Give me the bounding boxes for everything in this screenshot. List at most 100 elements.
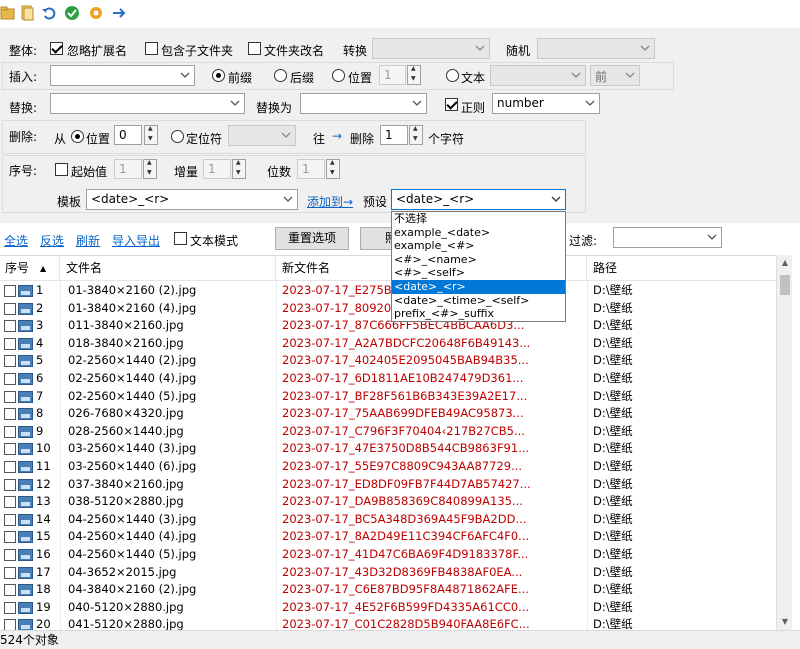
delete-count-input[interactable]: 1 [380,125,408,145]
table-row[interactable]: 8026-7680×4320.jpg2023-07-17_75AAB699DFE… [0,405,776,423]
preset-option[interactable]: example_<#> [392,239,565,253]
template-input[interactable]: <date>_<r> [86,189,298,210]
insert-position-stepper[interactable] [407,65,421,85]
replace-with-input[interactable] [300,93,427,114]
table-row[interactable]: 602-2560×1440 (4).jpg2023-07-17_6D1811AE… [0,370,776,388]
rename-folder-checkbox[interactable] [248,42,261,55]
table-row[interactable]: 1404-2560×1440 (3).jpg2023-07-17_BC5A348… [0,511,776,529]
delete-position-stepper[interactable] [144,125,158,145]
scroll-down-icon[interactable]: ▼ [777,614,793,630]
check-icon[interactable] [64,5,80,21]
gear-icon[interactable] [88,5,104,21]
digits-stepper[interactable] [326,159,340,179]
row-checkbox[interactable] [4,320,16,332]
text-radio[interactable] [446,69,459,82]
undo-icon[interactable] [41,5,57,21]
table-row[interactable]: 20041-5120×2880.jpg2023-07-17_C01C2828D5… [0,616,776,630]
direction-toggle[interactable]: → [332,129,342,143]
table-row[interactable]: 4018-3840×2160.jpg2023-07-17_A2A7BDCFC20… [0,335,776,353]
add-to-template-link[interactable]: 添加到→ [307,193,353,210]
refresh-link[interactable]: 刷新 [76,232,100,249]
row-checkbox[interactable] [4,303,16,315]
preset-option[interactable]: 不选择 [392,212,565,226]
column-filename[interactable]: 文件名 [61,256,276,281]
reset-options-button[interactable]: 重置选项 [275,227,349,250]
include-subfolders-checkbox[interactable] [145,42,158,55]
delete-position-radio[interactable] [71,130,84,143]
table-row[interactable]: 9028-2560×1440.jpg2023-07-17_C796F3F7040… [0,423,776,441]
import-export-link[interactable]: 导入导出 [112,232,160,249]
preset-option[interactable]: <#>_<name> [392,253,565,267]
digits-input[interactable]: 1 [297,159,325,179]
table-row[interactable]: 101-3840×2160 (2).jpg2023-07-17_E275B0D:… [0,282,776,300]
random-select[interactable] [537,38,655,59]
insert-input[interactable] [50,65,195,86]
preset-option[interactable]: <date>_<r> [392,280,565,294]
table-row[interactable]: 201-3840×2160 (4).jpg2023-07-17_809209D:… [0,300,776,318]
preset-option[interactable]: example_<date> [392,226,565,240]
start-checkbox[interactable] [55,163,68,176]
position-radio[interactable] [332,69,345,82]
table-row[interactable]: 3011-3840×2160.jpg2023-07-17_87C666FF5BE… [0,317,776,335]
start-input[interactable]: 1 [114,159,142,179]
invert-selection-link[interactable]: 反选 [40,232,64,249]
table-row[interactable]: 502-2560×1440 (2).jpg2023-07-17_402405E2… [0,352,776,370]
row-checkbox[interactable] [4,549,16,561]
row-checkbox[interactable] [4,602,16,614]
row-checkbox[interactable] [4,338,16,350]
row-checkbox[interactable] [4,355,16,367]
text-mode-checkbox[interactable] [174,232,187,245]
table-row[interactable]: 1804-3840×2160 (2).jpg2023-07-17_C6E87BD… [0,581,776,599]
insert-position-input[interactable]: 1 [379,65,406,85]
table-row[interactable]: 702-2560×1440 (5).jpg2023-07-17_BF28F561… [0,388,776,406]
replace-input[interactable] [50,93,245,114]
convert-select[interactable] [372,38,490,59]
row-checkbox[interactable] [4,584,16,596]
row-checkbox[interactable] [4,496,16,508]
filter-select[interactable] [613,227,722,248]
row-checkbox[interactable] [4,373,16,385]
ignore-ext-checkbox[interactable] [50,42,63,55]
column-path[interactable]: 路径 [588,256,776,281]
preset-option[interactable]: <#>_<self> [392,266,565,280]
preset-option[interactable]: <date>_<time>_<self> [392,294,565,308]
column-seq[interactable]: 序号 ▲ [0,256,60,281]
locator-select[interactable] [228,125,296,146]
scroll-up-icon[interactable]: ▲ [777,255,793,271]
row-checkbox[interactable] [4,567,16,579]
table-row[interactable]: 1103-2560×1440 (6).jpg2023-07-17_55E97C8… [0,458,776,476]
file-icon[interactable] [19,5,35,21]
step-input[interactable]: 1 [203,159,231,179]
row-checkbox[interactable] [4,461,16,473]
preset-select[interactable]: <date>_<r> [391,189,566,210]
step-stepper[interactable] [232,159,246,179]
row-checkbox[interactable] [4,619,16,630]
vertical-scrollbar[interactable]: ▲ ▼ [776,255,792,630]
table-row[interactable]: 1504-2560×1440 (4).jpg2023-07-17_8A2D49E… [0,528,776,546]
table-row[interactable]: 1003-2560×1440 (3).jpg2023-07-17_47E3750… [0,440,776,458]
preset-option[interactable]: prefix_<#>_suffix [392,307,565,321]
locator-radio[interactable] [171,130,184,143]
row-checkbox[interactable] [4,285,16,297]
scroll-thumb[interactable] [780,275,790,295]
regex-option-select[interactable]: number [492,93,600,114]
start-stepper[interactable] [143,159,157,179]
table-row[interactable]: 1604-2560×1440 (5).jpg2023-07-17_41D47C6… [0,546,776,564]
suffix-radio[interactable] [274,69,287,82]
row-checkbox[interactable] [4,479,16,491]
regex-checkbox[interactable] [445,98,458,111]
table-row[interactable]: 13038-5120×2880.jpg2023-07-17_DA9B858369… [0,493,776,511]
table-row[interactable]: 1704-3652×2015.jpg2023-07-17_43D32D8369F… [0,564,776,582]
row-checkbox[interactable] [4,443,16,455]
row-checkbox[interactable] [4,531,16,543]
prefix-radio[interactable] [212,69,225,82]
pin-icon[interactable] [111,5,127,21]
delete-count-stepper[interactable] [409,125,423,145]
row-checkbox[interactable] [4,426,16,438]
delete-position-input[interactable]: 0 [114,125,142,145]
insert-text-input[interactable] [490,65,586,86]
row-checkbox[interactable] [4,514,16,526]
table-row[interactable]: 12037-3840×2160.jpg2023-07-17_ED8DF09FB7… [0,476,776,494]
table-row[interactable]: 19040-5120×2880.jpg2023-07-17_4E52F6B599… [0,599,776,617]
folder-icon[interactable] [0,5,16,21]
